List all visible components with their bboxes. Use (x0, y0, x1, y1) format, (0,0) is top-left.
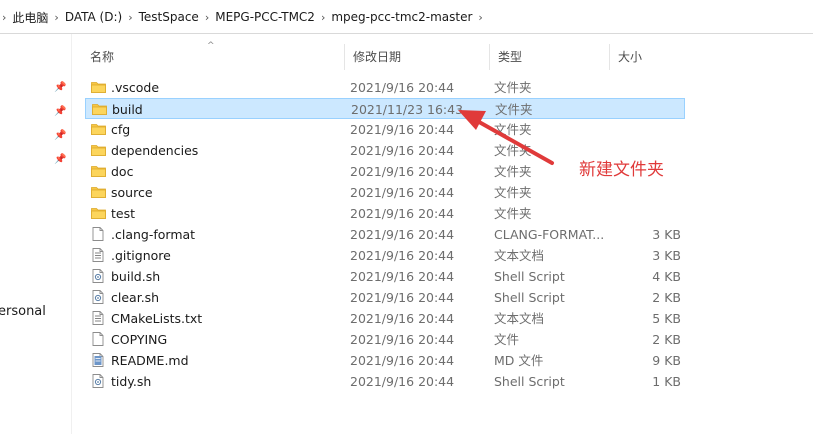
file-type: CLANG-FORMAT... (494, 227, 605, 242)
file-type: 文件夹 (495, 102, 533, 117)
file-type: 文件夹 (494, 80, 532, 95)
file-modified-date: 2021/9/16 20:44 (350, 269, 455, 284)
file-row[interactable]: README.md 2021/9/16 20:44 MD 文件 9 KB (85, 350, 685, 371)
file-modified-date: 2021/9/16 20:44 (350, 143, 455, 158)
file-name: clear.sh (111, 290, 160, 305)
file-type: Shell Script (494, 269, 565, 284)
file-row[interactable]: CMakeLists.txt 2021/9/16 20:44 文本文档 5 KB (85, 308, 685, 329)
chevron-right-icon[interactable]: › (315, 11, 331, 24)
file-name: test (111, 206, 136, 221)
file-type: 文件夹 (494, 185, 532, 200)
file-row[interactable]: build.sh 2021/9/16 20:44 Shell Script 4 KB (85, 266, 685, 287)
file-name: doc (111, 164, 134, 179)
chevron-right-icon[interactable]: › (199, 11, 215, 24)
pin-icon[interactable]: 📌 (54, 130, 66, 142)
file-name: tidy.sh (111, 374, 152, 389)
chevron-right-icon[interactable]: › (0, 11, 12, 24)
file-modified-date: 2021/9/16 20:44 (350, 353, 455, 368)
file-size (613, 182, 681, 203)
nav-item-label[interactable]: ersonal (0, 304, 46, 319)
file-name: source (111, 185, 153, 200)
file-type: 文件夹 (494, 122, 532, 137)
file-size (613, 77, 681, 98)
file-modified-date: 2021/9/16 20:44 (350, 374, 455, 389)
breadcrumb: › 此电脑 › DATA (D:) › TestSpace › MEPG-PCC… (0, 8, 489, 26)
pin-icon[interactable]: 📌 (54, 154, 66, 166)
file-modified-date: 2021/9/16 20:44 (350, 122, 455, 137)
file-type: Shell Script (494, 374, 565, 389)
file-modified-date: 2021/9/16 20:44 (350, 311, 455, 326)
breadcrumb-item[interactable]: 此电脑 (12, 9, 48, 26)
file-modified-date: 2021/9/16 20:44 (350, 206, 455, 221)
file-modified-date: 2021/9/16 20:44 (350, 185, 455, 200)
file-name: COPYING (111, 332, 168, 347)
file-size: 9 KB (652, 353, 681, 368)
file-type: 文本文档 (494, 311, 545, 326)
breadcrumb-item[interactable]: TestSpace (139, 10, 199, 24)
column-header-name[interactable]: 名称 (82, 44, 344, 70)
file-name: dependencies (111, 143, 199, 158)
file-row[interactable]: tidy.sh 2021/9/16 20:44 Shell Script 1 KB (85, 371, 685, 392)
file-type: 文本文档 (494, 248, 545, 263)
file-name: build (112, 102, 143, 117)
file-row[interactable]: .gitignore 2021/9/16 20:44 文本文档 3 KB (85, 245, 685, 266)
file-type: 文件夹 (494, 206, 532, 221)
address-bar[interactable]: › 此电脑 › DATA (D:) › TestSpace › MEPG-PCC… (0, 0, 813, 34)
file-row[interactable]: test 2021/9/16 20:44 文件夹 (85, 203, 685, 224)
file-modified-date: 2021/9/16 20:44 (350, 290, 455, 305)
file-name: CMakeLists.txt (111, 311, 203, 326)
file-modified-date: 2021/9/16 20:44 (350, 80, 455, 95)
file-modified-date: 2021/9/16 20:44 (350, 164, 455, 179)
file-size: 5 KB (652, 311, 681, 326)
chevron-right-icon[interactable]: › (122, 11, 138, 24)
chevron-right-icon[interactable]: › (48, 11, 64, 24)
file-row[interactable]: clear.sh 2021/9/16 20:44 Shell Script 2 KB (85, 287, 685, 308)
column-header-type[interactable]: 类型 (489, 44, 609, 70)
file-type: MD 文件 (494, 353, 544, 368)
column-header-size[interactable]: 大小 (609, 44, 689, 70)
file-row[interactable]: COPYING 2021/9/16 20:44 文件 2 KB (85, 329, 685, 350)
file-size: 1 KB (652, 374, 681, 389)
breadcrumb-item[interactable]: mpeg-pcc-tmc2-master (331, 10, 472, 24)
breadcrumb-item[interactable]: MEPG-PCC-TMC2 (215, 10, 315, 24)
file-type: 文件 (494, 332, 520, 347)
chevron-right-icon[interactable]: › (472, 11, 488, 24)
navigation-pane: 📌 📌 📌 📌 ersonal (0, 34, 72, 434)
file-name: build.sh (111, 269, 161, 284)
file-row[interactable]: source 2021/9/16 20:44 文件夹 (85, 182, 685, 203)
column-header-date[interactable]: 修改日期 (344, 44, 489, 70)
file-name: .clang-format (111, 227, 196, 242)
file-size: 3 KB (652, 227, 681, 242)
file-row[interactable]: build 2021/11/23 16:43 文件夹 (85, 98, 685, 119)
file-row[interactable]: cfg 2021/9/16 20:44 文件夹 (85, 119, 685, 140)
pin-icon[interactable]: 📌 (54, 82, 66, 94)
annotation-label: 新建文件夹 (579, 160, 664, 180)
file-modified-date: 2021/11/23 16:43 (351, 102, 464, 117)
file-size: 2 KB (652, 332, 681, 347)
column-header-row: ^ 名称 修改日期 类型 大小 (72, 41, 813, 70)
file-row[interactable]: .clang-format 2021/9/16 20:44 CLANG-FORMAT… (85, 224, 685, 245)
file-name: .gitignore (111, 248, 171, 263)
file-type: Shell Script (494, 290, 565, 305)
file-modified-date: 2021/9/16 20:44 (350, 332, 455, 347)
file-modified-date: 2021/9/16 20:44 (350, 248, 455, 263)
file-row[interactable]: .vscode 2021/9/16 20:44 文件夹 (85, 77, 685, 98)
file-size: 4 KB (652, 269, 681, 284)
file-size (613, 203, 681, 224)
file-name: README.md (111, 353, 189, 368)
file-name: cfg (111, 122, 131, 137)
file-size (614, 99, 682, 120)
pin-icon[interactable]: 📌 (54, 106, 66, 118)
file-modified-date: 2021/9/16 20:44 (350, 227, 455, 242)
file-name: .vscode (111, 80, 160, 95)
breadcrumb-item[interactable]: DATA (D:) (65, 10, 122, 24)
file-size: 2 KB (652, 290, 681, 305)
file-size (613, 119, 681, 140)
file-size: 3 KB (652, 248, 681, 263)
